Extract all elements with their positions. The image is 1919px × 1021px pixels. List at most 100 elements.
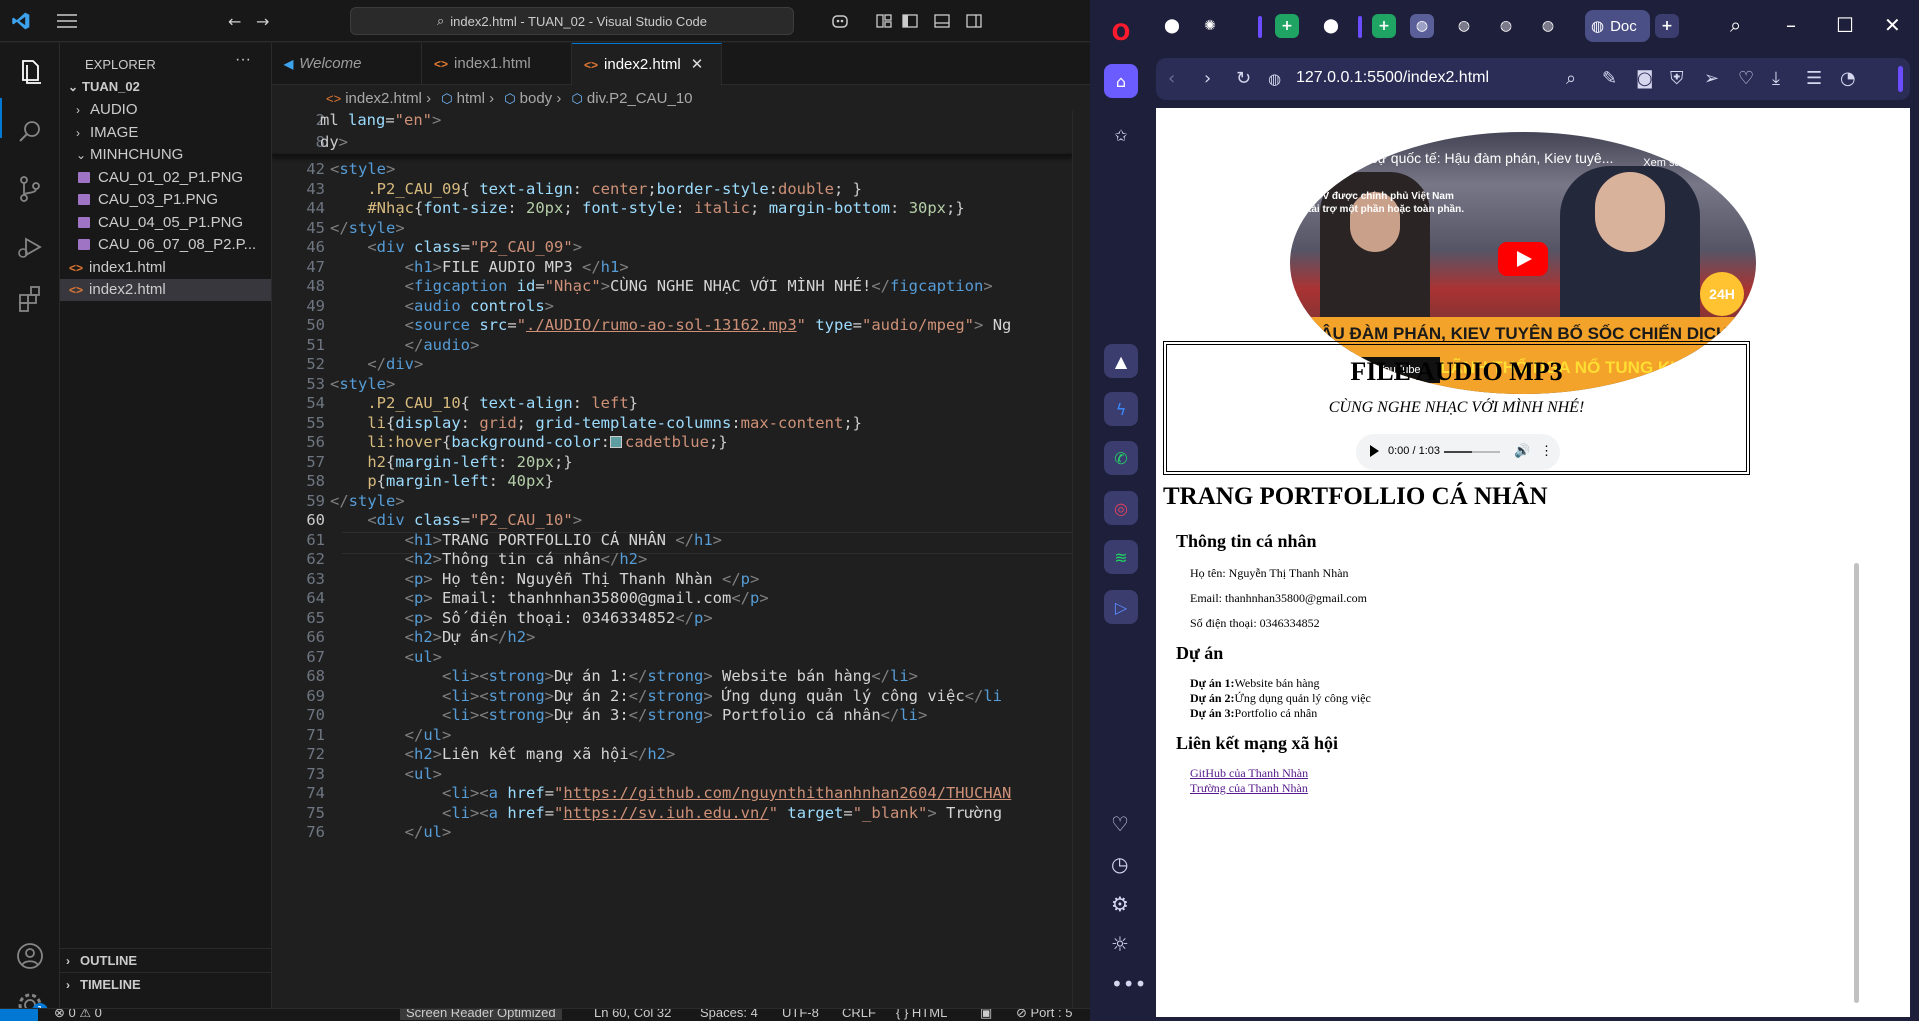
whatsapp-icon[interactable]: ✆	[1104, 441, 1138, 475]
image-file-item[interactable]: CAU_01_02_P1.PNG	[60, 167, 271, 189]
page-scrollbar[interactable]	[1852, 108, 1862, 1017]
project-item[interactable]: Dự án 1:Website bán hàng	[1190, 676, 1371, 691]
notifications-icon[interactable]: ▣	[980, 1009, 992, 1021]
globe-tab-icon[interactable]: ◍	[1494, 14, 1518, 38]
project-item[interactable]: Dự án 2:Ứng dụng quản lý công việc	[1190, 691, 1371, 706]
audio-progress-track[interactable]	[1444, 451, 1500, 453]
speed-dial-star-icon[interactable]: ✩	[1104, 118, 1138, 152]
globe-tab-icon[interactable]: ◍	[1452, 14, 1476, 38]
tab-welcome[interactable]: ◀ Welcome	[272, 43, 422, 85]
toggle-primary-sidebar-icon[interactable]	[900, 11, 920, 31]
image-file-item[interactable]: CAU_04_05_P1.PNG	[60, 212, 271, 234]
globe-tab-icon[interactable]: ◍	[1536, 14, 1560, 38]
outline-section[interactable]: › OUTLINE	[60, 948, 271, 972]
spotify-icon[interactable]: ≋	[1104, 540, 1138, 574]
workspace-root[interactable]: ⌄ TUAN_02	[60, 76, 271, 98]
encoding-status[interactable]: UTF-8	[782, 1009, 819, 1020]
html-file-item[interactable]: <> index1.html	[60, 257, 271, 279]
player-icon[interactable]: ▷	[1104, 590, 1138, 624]
play-icon[interactable]	[1370, 445, 1379, 457]
home-icon[interactable]: ⌂	[1104, 64, 1138, 98]
more-actions-icon[interactable]: ···	[235, 51, 251, 69]
snapshot-camera-icon[interactable]: ◙	[1636, 68, 1653, 89]
source-control-icon[interactable]	[14, 173, 46, 205]
timeline-section[interactable]: › TIMELINE	[60, 972, 271, 996]
menu-icon[interactable]	[55, 12, 79, 30]
maximize-icon[interactable]: ☐	[1836, 13, 1854, 37]
close-tab-icon[interactable]: ✕	[691, 56, 704, 73]
school-link[interactable]: Trường của Thanh Nhàn	[1190, 781, 1308, 795]
minimap[interactable]	[1072, 111, 1090, 1008]
eol-status[interactable]: CRLF	[842, 1009, 876, 1020]
adblock-shield-icon[interactable]: ⛨	[1670, 68, 1684, 89]
back-icon[interactable]: ‹	[1168, 68, 1175, 89]
run-debug-icon[interactable]	[14, 231, 46, 263]
zoom-icon[interactable]: ⌕	[1566, 68, 1576, 89]
forward-icon[interactable]: ›	[1204, 68, 1211, 89]
breadcrumb-file[interactable]: index2.html	[345, 90, 422, 107]
heart-icon[interactable]: ♡	[1111, 812, 1129, 836]
active-tab[interactable]: ◍ Doc	[1585, 10, 1650, 42]
sidebar-toggle[interactable]	[1898, 66, 1903, 92]
tab-index1[interactable]: <> index1.html	[422, 43, 572, 85]
folder-item[interactable]: › AUDIO	[60, 99, 271, 121]
breadcrumb-div[interactable]: div.P2_CAU_10	[587, 90, 693, 107]
search-tabs-icon[interactable]: ⌕	[1730, 13, 1741, 37]
url-field[interactable]: 127.0.0.1:5500/index2.html	[1296, 69, 1489, 87]
instagram-icon[interactable]: ◎	[1104, 491, 1138, 525]
bookmark-heart-icon[interactable]: ♡	[1738, 68, 1754, 89]
search-icon[interactable]	[14, 116, 46, 148]
folder-item[interactable]: › IMAGE	[60, 122, 271, 144]
toggle-panel-icon[interactable]	[932, 11, 952, 31]
more-options-icon[interactable]: ⋮	[1540, 443, 1553, 459]
settings-gear-icon[interactable]: ⚙	[1111, 892, 1129, 916]
project-item[interactable]: Dự án 3:Portfolio cá nhân	[1190, 706, 1371, 721]
more-icon[interactable]: •••	[1111, 972, 1146, 996]
aria-icon[interactable]: ▲	[1104, 344, 1138, 378]
close-window-icon[interactable]: ✕	[1884, 13, 1901, 37]
download-icon[interactable]: ⤓	[1772, 68, 1780, 89]
image-file-item[interactable]: CAU_06_07_08_P2.P...	[60, 234, 271, 256]
folder-item[interactable]: ⌄ MINHCHUNG	[60, 144, 271, 166]
breadcrumb-body[interactable]: body	[520, 90, 553, 107]
watch-later-button[interactable]: ◷ Xem sau	[1640, 144, 1690, 169]
tab-index2[interactable]: <> index2.html ✕	[572, 43, 722, 86]
cursor-position-status[interactable]: Ln 60, Col 32	[594, 1009, 671, 1020]
edit-icon[interactable]: ✎	[1602, 68, 1617, 89]
code-editor[interactable]: 2 ml lang="en"> 8 dy> 42 <style> 43 .P2_C…	[272, 111, 1072, 1008]
live-server-port-status[interactable]: ⊘ Port : 5	[1016, 1009, 1072, 1021]
scrollbar-thumb[interactable]	[1854, 563, 1859, 1003]
share-button[interactable]: Chia	[1698, 168, 1721, 180]
messenger-icon[interactable]: ϟ	[1104, 392, 1138, 426]
chatgpt-tab-icon[interactable]: ✺	[1198, 14, 1222, 38]
play-button-icon[interactable]	[1498, 242, 1548, 276]
screen-reader-status[interactable]: Screen Reader Optimized	[400, 1009, 562, 1020]
sheets-tab-icon[interactable]: +	[1372, 14, 1396, 38]
breadcrumb-html[interactable]: html	[457, 90, 485, 107]
minimize-icon[interactable]: –	[1786, 13, 1796, 37]
github-tab-icon[interactable]: ⬤	[1319, 14, 1343, 38]
customize-layout-icon[interactable]	[874, 11, 894, 31]
profile-icon[interactable]: ◔	[1840, 68, 1856, 89]
video-title[interactable]: Thời sự quốc tế: Hậu đàm phán, Kiev tuyê…	[1338, 150, 1613, 166]
explorer-icon[interactable]	[14, 56, 46, 88]
problems-status[interactable]: ⊗ 0 ⚠ 0	[54, 1009, 102, 1021]
globe-tab-icon[interactable]: ◍	[1410, 14, 1434, 38]
github-link[interactable]: GitHub của Thanh Nhàn	[1190, 766, 1308, 780]
forward-arrow-icon[interactable]: →	[256, 12, 269, 31]
accounts-icon[interactable]	[14, 940, 46, 972]
html-file-item[interactable]: <> index2.html	[60, 279, 271, 301]
remote-indicator-icon[interactable]	[0, 1009, 38, 1021]
language-status[interactable]: { } HTML	[896, 1009, 947, 1020]
extensions-icon[interactable]	[14, 283, 46, 315]
volume-icon[interactable]: 🔊	[1514, 443, 1530, 459]
history-icon[interactable]: ◷	[1111, 852, 1128, 876]
lightbulb-icon[interactable]: ☼	[1111, 932, 1129, 956]
send-icon[interactable]: ➢	[1704, 68, 1719, 89]
color-swatch[interactable]	[609, 436, 622, 448]
back-arrow-icon[interactable]: ←	[228, 12, 241, 31]
toggle-secondary-sidebar-icon[interactable]	[964, 11, 984, 31]
easy-setup-icon[interactable]: ☰	[1806, 68, 1822, 89]
site-info-globe-icon[interactable]: ◍	[1268, 70, 1281, 88]
command-center-search[interactable]: ⌕ index2.html - TUAN_02 - Visual Studio …	[350, 7, 794, 35]
